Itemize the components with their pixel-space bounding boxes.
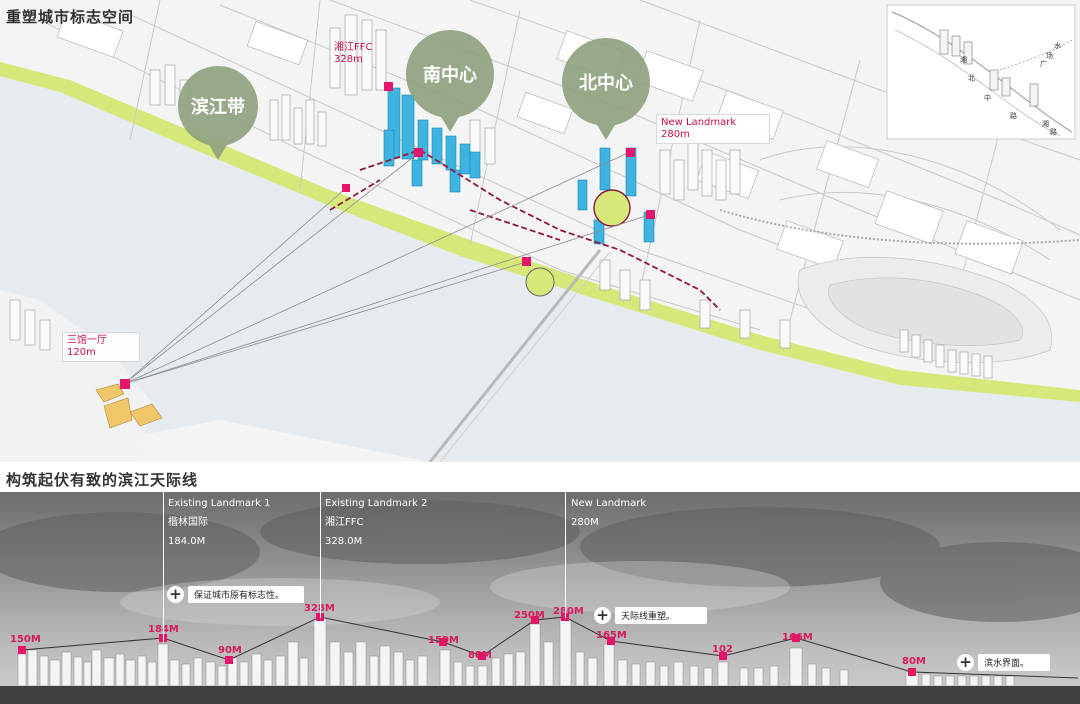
landmark-guide-line (565, 492, 566, 618)
landmark-guide-line (163, 492, 164, 642)
tag-new-landmark: New Landmark 280m (656, 114, 770, 144)
bubble-label-south-center: 南中心 (423, 64, 477, 86)
bubble-label-riverside: 滨江带 (191, 96, 245, 118)
callout-text: 滨水界面。 (978, 653, 1050, 671)
peak-label: 80M (902, 656, 926, 667)
tag-height: 120m (67, 347, 96, 358)
peak-label: 102 (712, 644, 733, 655)
peak-label: 166M (782, 632, 813, 643)
bubble-label-north-center: 北中心 (579, 72, 633, 94)
landmark-guide-line (320, 492, 321, 618)
inset-road-label: 场 (1046, 51, 1053, 60)
peak-label: 280M (553, 606, 584, 617)
skyline-drawing: 150M 184M 90M 328M 150M 80M 250M 280M 16… (0, 500, 1080, 704)
inset-road-label: 北 (968, 74, 975, 82)
inset-road-label: 路 (1050, 127, 1057, 136)
skyline-section-title: 构筑起伏有致的滨江天际线 (6, 471, 199, 489)
inset-road-label: 湘 (1042, 119, 1049, 128)
inset-locator-map (886, 4, 1076, 140)
callout-skyline-reshape[interactable]: + 天际线重塑。 (594, 606, 707, 624)
tag-xiangjiang-ffc: 湘江FFC 328m (330, 40, 377, 68)
tag-height: 328m (334, 54, 363, 65)
inset-road-label: 广 (1040, 59, 1047, 68)
landmark-name: 湘江FFC (325, 517, 364, 528)
callout-text: 天际线重塑。 (615, 606, 707, 624)
map-section-title: 重塑城市标志空间 (6, 8, 135, 26)
landmark-title: Existing Landmark 2 (325, 498, 428, 509)
landmark-height: 184.0M (168, 536, 206, 547)
inset-road-label: 路 (1010, 111, 1017, 120)
tag-name: 湘江FFC (334, 42, 373, 53)
inset-road-label: 水 (1054, 41, 1061, 50)
inset-road-label: 中 (984, 93, 991, 102)
landmark-title: Existing Landmark 1 (168, 498, 271, 509)
peak-label: 80M (468, 650, 492, 661)
callout-waterfront[interactable]: + 滨水界面。 (957, 653, 1050, 671)
landmark-height: 280M (571, 517, 599, 528)
landmark-height: 328.0M (325, 536, 363, 547)
masterplan-map: 滨江带 南中心 北中心 湘 北 中 路 广 场 水 湘 路 湘江FFC 328m… (0, 0, 1080, 462)
tag-name: 三馆一厅 (67, 335, 107, 346)
skyline-section: 150M 184M 90M 328M 150M 80M 250M 280M 16… (0, 492, 1080, 704)
landmark-new: New Landmark 280M (571, 494, 646, 532)
tag-name: New Landmark (661, 117, 737, 128)
tag-sanguan-yiting: 三馆一厅 120m (62, 332, 140, 362)
peak-label: 90M (218, 645, 242, 656)
masterplan-drawing: 滨江带 南中心 北中心 湘 北 中 路 广 场 水 湘 路 (0, 0, 1080, 462)
peak-label: 250M (514, 610, 545, 621)
plus-icon[interactable]: + (957, 653, 974, 671)
peak-label: 165M (596, 630, 627, 641)
landmark-existing-2: Existing Landmark 2 湘江FFC 328.0M (325, 494, 428, 551)
peak-label: 150M (10, 634, 41, 645)
peak-label: 150M (428, 635, 459, 646)
landmark-name: 楷林国际 (168, 517, 208, 528)
inset-road-label: 湘 (960, 55, 967, 64)
plus-icon[interactable]: + (594, 606, 611, 624)
landmark-existing-1: Existing Landmark 1 楷林国际 184.0M (168, 494, 271, 551)
callout-text: 保证城市原有标志性。 (188, 585, 304, 603)
callout-landmark-identity[interactable]: + 保证城市原有标志性。 (167, 585, 304, 603)
plus-icon[interactable]: + (167, 585, 184, 603)
tag-height: 280m (661, 129, 690, 140)
landmark-title: New Landmark (571, 498, 647, 509)
